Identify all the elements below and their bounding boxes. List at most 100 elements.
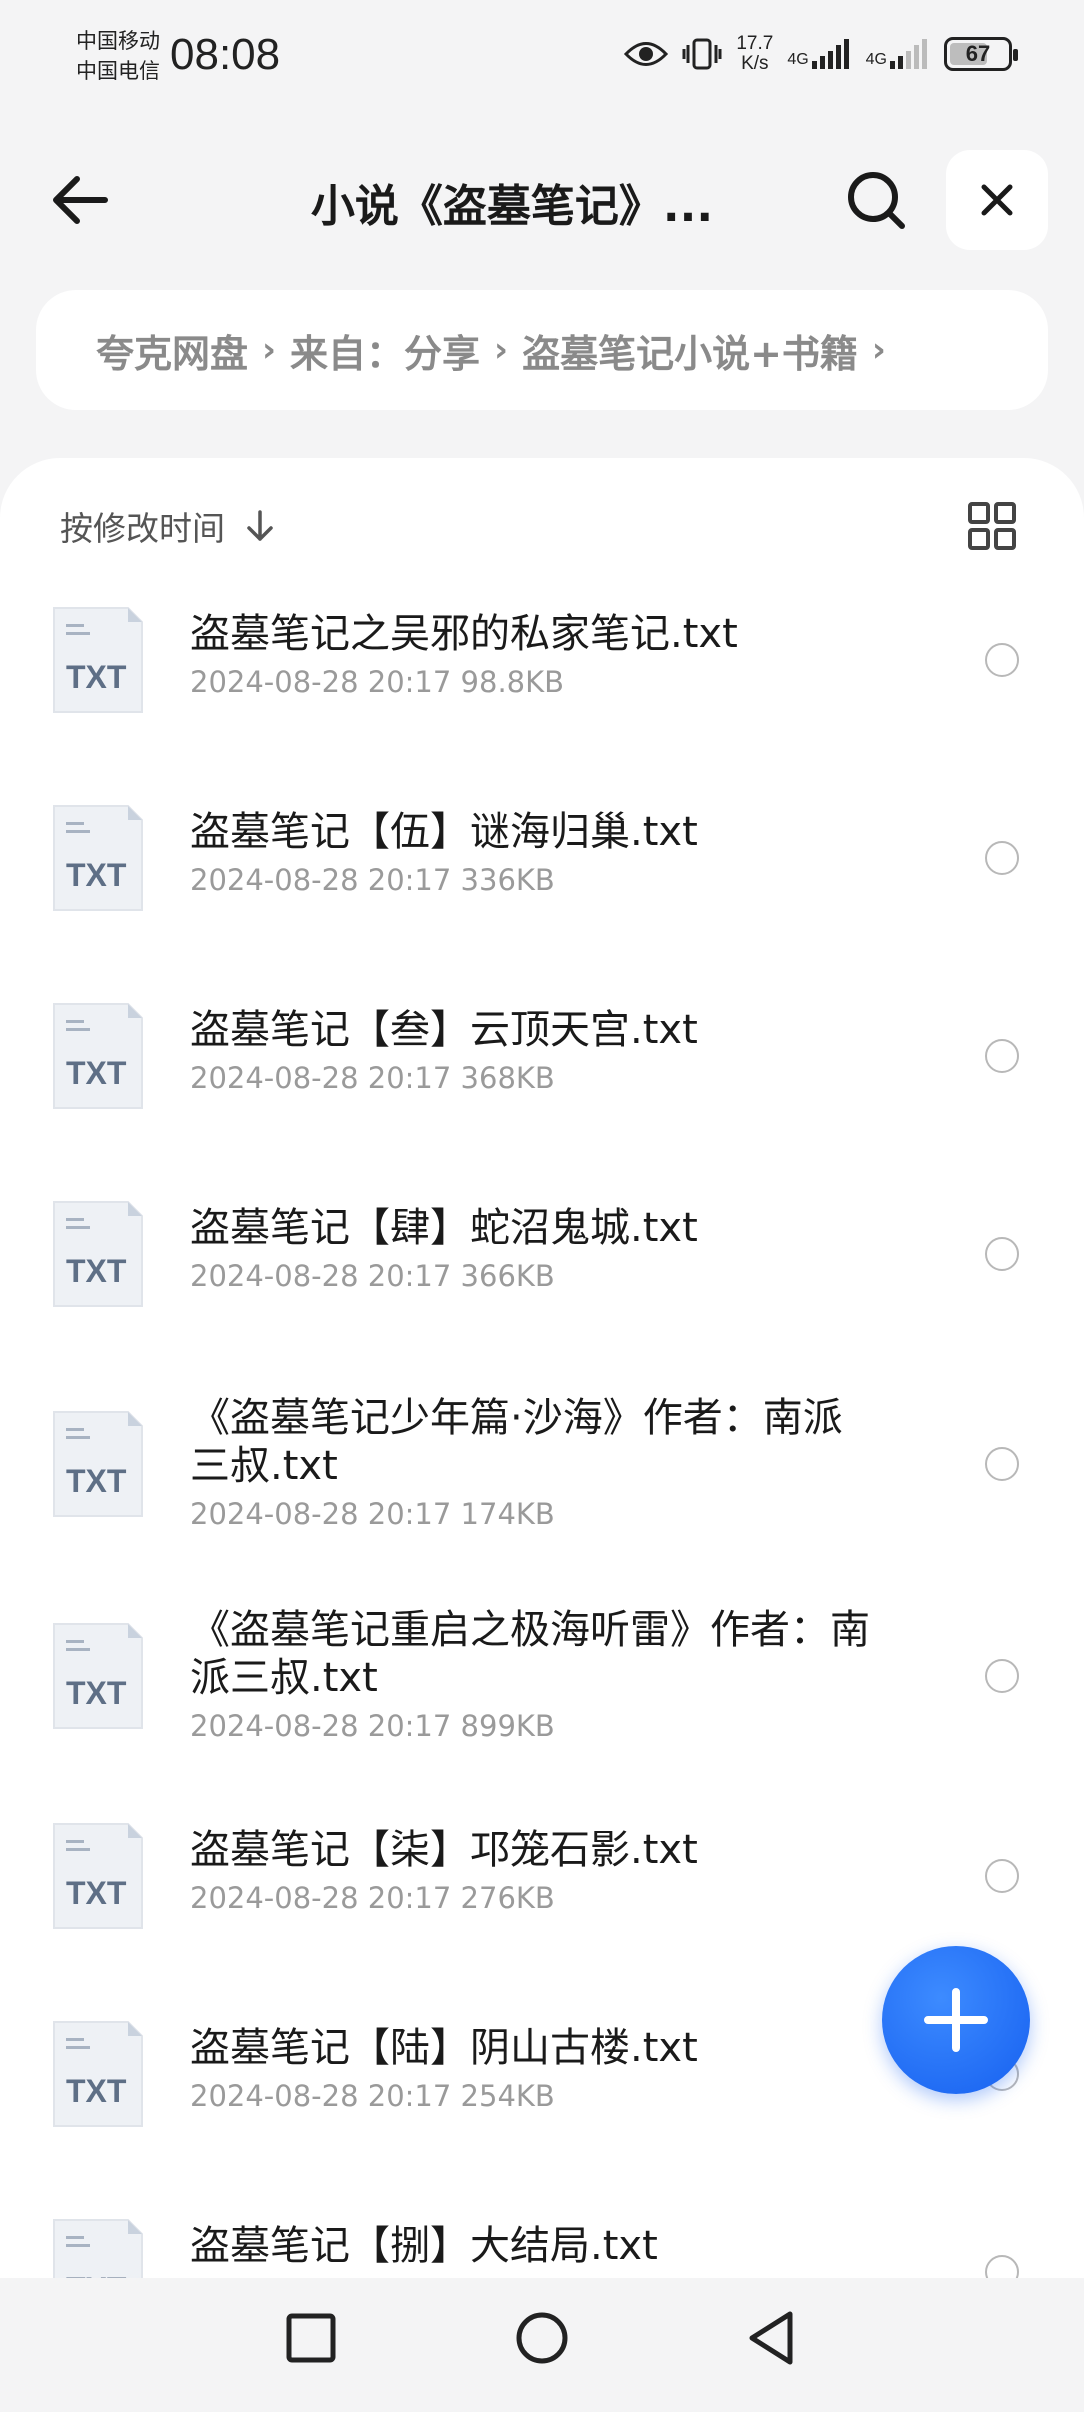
- file-info: 《盗墓笔记重启之极海听雷》作者：南派三叔.txt 2024-08-28 20:17…: [190, 1606, 870, 1746]
- sort-label: 按修改时间: [60, 509, 225, 548]
- file-type-label: TXT: [66, 2271, 127, 2278]
- file-meta: 2024-08-28 20:17 366KB: [190, 1259, 555, 1293]
- plus-icon: [924, 1988, 988, 2052]
- chevron-right-icon: ›: [871, 330, 886, 370]
- home-square-icon[interactable]: [281, 2308, 341, 2368]
- select-checkbox[interactable]: [985, 1659, 1019, 1693]
- file-type-label: TXT: [66, 1055, 127, 1091]
- sort-button[interactable]: 按修改时间: [60, 502, 275, 550]
- txt-file-icon: TXT: [53, 1003, 143, 1109]
- signal-2-label: 4G: [865, 51, 887, 68]
- file-meta: 2024-08-28 20:17 368KB: [190, 1061, 555, 1095]
- txt-file-icon: TXT: [53, 607, 143, 713]
- status-icons: 17.7 K/s 4G 4G 67: [624, 33, 1018, 74]
- file-name: 盗墓笔记【捌】大结局.txt: [190, 2223, 658, 2269]
- close-button[interactable]: [946, 150, 1048, 250]
- chevron-right-icon: ›: [494, 330, 509, 370]
- back-button[interactable]: [40, 164, 120, 236]
- signal-strength-icon: [890, 39, 927, 69]
- file-type-label: TXT: [66, 857, 127, 893]
- back-triangle-icon[interactable]: [742, 2308, 802, 2368]
- file-row[interactable]: TXT 《盗墓笔记重启之极海听雷》作者：南派三叔.txt 2024-08-28 20…: [0, 1584, 1084, 1768]
- txt-file-icon: TXT: [53, 805, 143, 911]
- breadcrumb-item[interactable]: 来自：分享: [290, 323, 480, 378]
- page-title: 小说《盗墓笔记》...: [310, 181, 714, 232]
- signal-2: 4G: [866, 39, 930, 69]
- select-checkbox[interactable]: [985, 643, 1019, 677]
- file-name: 《盗墓笔记少年篇·沙海》作者：南派三叔.txt: [190, 1395, 843, 1489]
- file-type-label: TXT: [66, 1463, 127, 1499]
- file-name: 《盗墓笔记重启之极海听雷》作者：南派三叔.txt: [190, 1607, 870, 1701]
- file-info: 盗墓笔记【伍】谜海归巢.txt 2024-08-28 20:17 336KB: [190, 808, 870, 900]
- file-name: 盗墓笔记【柒】邛笼石影.txt: [190, 1827, 698, 1873]
- txt-file-icon: TXT: [53, 1623, 143, 1729]
- txt-file-icon: TXT: [53, 2021, 143, 2127]
- file-info: 盗墓笔记之吴邪的私家笔记.txt 2024-08-28 20:17 98.8KB: [190, 610, 870, 702]
- file-name: 盗墓笔记之吴邪的私家笔记.txt: [190, 611, 738, 657]
- status-bar: 中国移动 中国电信 08:08 17.7 K/s 4G 4G 67: [0, 0, 1084, 120]
- back-arrow-icon: [53, 176, 108, 224]
- grid-view-icon[interactable]: [968, 502, 1016, 550]
- file-row[interactable]: TXT 盗墓笔记【伍】谜海归巢.txt 2024-08-28 20:17 336KB: [0, 778, 1084, 938]
- home-circle-icon[interactable]: [512, 2308, 572, 2368]
- file-name: 盗墓笔记【叁】云顶天宫.txt: [190, 1007, 698, 1053]
- carrier-1: 中国移动: [76, 29, 160, 53]
- file-info: 盗墓笔记【肆】蛇沼鬼城.txt 2024-08-28 20:17 366KB: [190, 1204, 870, 1296]
- file-info: 盗墓笔记【柒】邛笼石影.txt 2024-08-28 20:17 276KB: [190, 1826, 870, 1918]
- file-row[interactable]: TXT 盗墓笔记【叁】云顶天宫.txt 2024-08-28 20:17 368KB: [0, 976, 1084, 1136]
- add-button[interactable]: [882, 1946, 1030, 2094]
- eye-icon: [624, 42, 669, 66]
- select-checkbox[interactable]: [985, 1447, 1019, 1481]
- system-nav-bar: [0, 2278, 1084, 2412]
- breadcrumb: 夸克网盘 › 来自：分享 › 盗墓笔记小说+书籍 ›: [36, 290, 1048, 410]
- signal-1: 4G: [787, 39, 851, 69]
- file-info: 盗墓笔记【叁】云顶天宫.txt 2024-08-28 20:17 368KB: [190, 1006, 870, 1098]
- close-icon: [981, 184, 1013, 216]
- carrier-2: 中国电信: [76, 59, 160, 83]
- file-name: 盗墓笔记【肆】蛇沼鬼城.txt: [190, 1205, 698, 1251]
- sort-down-icon: [247, 510, 273, 541]
- file-type-label: TXT: [66, 1253, 127, 1289]
- file-meta: 2024-08-28 20:17 174KB: [190, 1497, 555, 1531]
- file-row[interactable]: TXT 盗墓笔记【柒】邛笼石影.txt 2024-08-28 20:17 276KB: [0, 1796, 1084, 1956]
- breadcrumb-item[interactable]: 盗墓笔记小说+书籍: [522, 323, 858, 378]
- file-meta: 2024-08-28 20:17 98.8KB: [190, 665, 565, 699]
- breadcrumb-item[interactable]: 夸克网盘: [96, 323, 248, 378]
- file-meta: 2024-08-28 20:17 254KB: [190, 2079, 555, 2113]
- carrier-info: 中国移动 中国电信: [76, 26, 160, 86]
- txt-file-icon: TXT: [53, 1823, 143, 1929]
- select-checkbox[interactable]: [985, 1237, 1019, 1271]
- signal-strength-icon: [811, 39, 849, 69]
- txt-file-icon: TXT: [53, 2219, 143, 2278]
- select-checkbox[interactable]: [985, 841, 1019, 875]
- txt-file-icon: TXT: [53, 1201, 143, 1307]
- file-meta: 2024-08-28 20:17 276KB: [190, 1881, 555, 1915]
- select-checkbox[interactable]: [985, 1859, 1019, 1893]
- file-info: 《盗墓笔记少年篇·沙海》作者：南派三叔.txt 2024-08-28 20:17 …: [190, 1394, 870, 1534]
- select-checkbox[interactable]: [985, 1039, 1019, 1073]
- search-button[interactable]: [836, 162, 916, 238]
- search-icon: [848, 172, 905, 229]
- file-row[interactable]: TXT 盗墓笔记【捌】大结局.txt: [0, 2192, 1084, 2278]
- file-type-label: TXT: [66, 1675, 127, 1711]
- file-type-label: TXT: [66, 659, 127, 695]
- file-row[interactable]: TXT 盗墓笔记【肆】蛇沼鬼城.txt 2024-08-28 20:17 366KB: [0, 1174, 1084, 1334]
- file-row[interactable]: TXT 盗墓笔记之吴邪的私家笔记.txt 2024-08-28 20:17 98.8…: [0, 580, 1084, 740]
- select-checkbox[interactable]: [985, 2255, 1019, 2278]
- file-name: 盗墓笔记【伍】谜海归巢.txt: [190, 809, 698, 855]
- txt-file-icon: TXT: [53, 1411, 143, 1517]
- net-speed: 17.7 K/s: [736, 33, 774, 74]
- file-info: 盗墓笔记【陆】阴山古楼.txt 2024-08-28 20:17 254KB: [190, 2024, 870, 2116]
- file-info: 盗墓笔记【捌】大结局.txt: [190, 2222, 870, 2274]
- signal-1-label: 4G: [787, 51, 809, 68]
- status-time: 08:08: [170, 30, 281, 79]
- file-meta: 2024-08-28 20:17 899KB: [190, 1709, 555, 1743]
- file-name: 盗墓笔记【陆】阴山古楼.txt: [190, 2025, 698, 2071]
- chevron-right-icon: ›: [262, 330, 277, 370]
- battery-indicator: 67: [944, 37, 1018, 71]
- file-type-label: TXT: [66, 2073, 127, 2109]
- vibrate-icon: [682, 38, 722, 70]
- file-type-label: TXT: [66, 1875, 127, 1911]
- file-row[interactable]: TXT 《盗墓笔记少年篇·沙海》作者：南派三叔.txt 2024-08-28 20:…: [0, 1372, 1084, 1556]
- top-app-bar: 小说《盗墓笔记》...: [0, 148, 1084, 252]
